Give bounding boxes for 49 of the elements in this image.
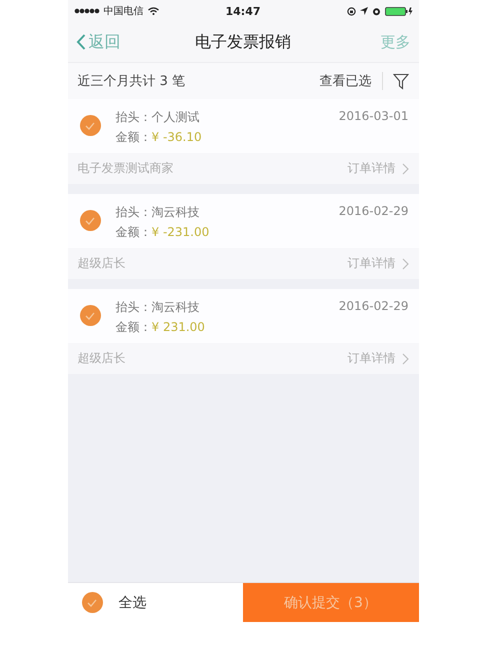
header-label: 抬头： bbox=[116, 300, 152, 314]
signal-icon bbox=[74, 8, 100, 14]
submit-button[interactable]: 确认提交（3） bbox=[242, 583, 418, 622]
header-label: 抬头： bbox=[116, 110, 152, 124]
check-icon bbox=[85, 216, 95, 224]
amount-label: 金额： bbox=[116, 320, 152, 334]
checkbox[interactable] bbox=[80, 115, 100, 136]
checkbox[interactable] bbox=[80, 210, 100, 231]
invoice-header: 淘云科技 bbox=[152, 205, 200, 219]
check-icon bbox=[87, 598, 97, 606]
header-label: 抬头： bbox=[116, 205, 152, 219]
lock-rotation-icon bbox=[346, 6, 356, 16]
merchant-name: 电子发票测试商家 bbox=[78, 160, 174, 177]
check-icon bbox=[85, 122, 95, 130]
invoice-date: 2016-02-29 bbox=[338, 299, 408, 313]
chevron-right-icon bbox=[402, 258, 408, 270]
chevron-right-icon bbox=[402, 352, 408, 364]
chevron-right-icon bbox=[402, 162, 408, 174]
order-details-link[interactable]: 订单详情 bbox=[348, 255, 408, 272]
alarm-icon bbox=[372, 6, 380, 16]
wifi-icon bbox=[148, 7, 158, 15]
merchant-name: 超级店长 bbox=[78, 255, 126, 272]
invoice-date: 2016-03-01 bbox=[338, 109, 408, 123]
carrier: 中国电信 bbox=[104, 4, 144, 18]
invoice-amount: ¥ -36.10 bbox=[152, 130, 202, 144]
invoice-amount: ¥ -231.00 bbox=[152, 225, 210, 239]
checkbox[interactable] bbox=[80, 305, 100, 326]
filter-icon[interactable] bbox=[392, 72, 408, 90]
more-button[interactable]: 更多 bbox=[380, 32, 410, 52]
view-selected-link[interactable]: 查看已选 bbox=[320, 72, 372, 90]
invoice-header: 淘云科技 bbox=[152, 300, 200, 314]
select-all-label: 全选 bbox=[118, 594, 146, 612]
back-button[interactable]: 返回 bbox=[76, 32, 120, 52]
battery-icon bbox=[384, 6, 412, 16]
merchant-name: 超级店长 bbox=[78, 350, 126, 367]
invoice-date: 2016-02-29 bbox=[338, 204, 408, 218]
amount-label: 金额： bbox=[116, 225, 152, 239]
order-details-link[interactable]: 订单详情 bbox=[348, 160, 408, 177]
page-title: 电子发票报销 bbox=[195, 32, 291, 52]
order-details-link[interactable]: 订单详情 bbox=[348, 350, 408, 367]
select-all-checkbox[interactable] bbox=[82, 592, 102, 613]
invoice-header: 个人测试 bbox=[152, 110, 200, 124]
location-icon bbox=[360, 7, 368, 15]
check-icon bbox=[85, 312, 95, 320]
amount-label: 金额： bbox=[116, 130, 152, 144]
invoice-amount: ¥ 231.00 bbox=[152, 320, 205, 334]
clock-time: 14:47 bbox=[226, 4, 260, 18]
summary-text: 近三个月共计 3 笔 bbox=[78, 73, 186, 90]
chevron-left-icon bbox=[76, 34, 86, 50]
